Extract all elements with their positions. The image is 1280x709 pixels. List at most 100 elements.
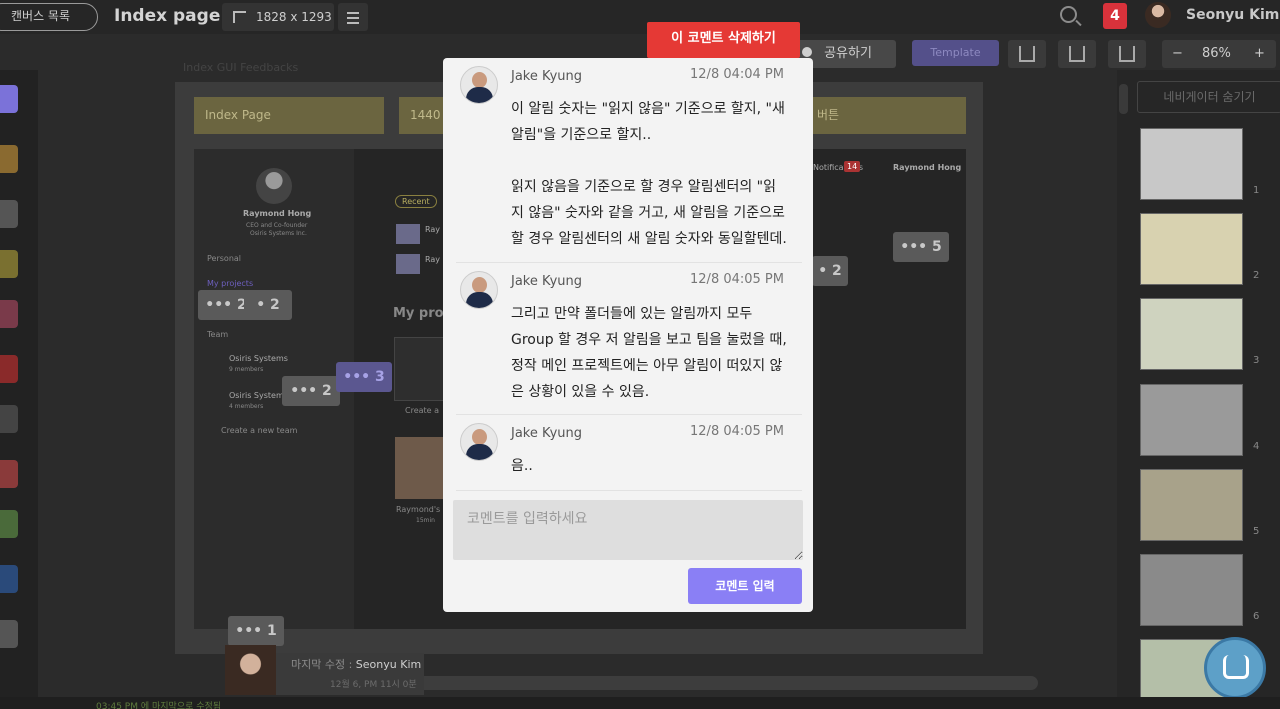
mockup-profile-company: Osiris Systems Inc.: [250, 230, 307, 237]
mockup-personal-label: Personal: [207, 254, 242, 263]
play-icon: [1119, 46, 1135, 62]
zoom-out-button[interactable]: −: [1172, 40, 1183, 68]
user-icon: [802, 47, 812, 57]
youtube-icon[interactable]: [0, 460, 18, 488]
comment-text: 음..: [511, 458, 533, 474]
last-editor-avatar: [225, 645, 276, 695]
mockup-team-members: 9 members: [229, 366, 264, 373]
mockup-recent-tag: Recent: [395, 195, 437, 208]
mockup-project-time: 15min: [416, 517, 435, 524]
mockup-profile-role: CEO and Co-founder: [246, 222, 308, 229]
select-tool-icon[interactable]: [0, 85, 18, 113]
template-button[interactable]: Template: [912, 40, 999, 66]
comment-marker[interactable]: ••• 5: [893, 232, 949, 262]
mockup-team-members: 4 members: [229, 403, 264, 410]
mockup-ray: Ray: [425, 255, 441, 264]
comment-input[interactable]: [453, 500, 803, 560]
share-label: 공유하기: [824, 46, 872, 61]
navigator-slide[interactable]: [1140, 554, 1243, 626]
user-avatar[interactable]: [1145, 2, 1171, 28]
download-icon: [1019, 46, 1035, 62]
download-button[interactable]: [1008, 40, 1046, 68]
navigator-slide[interactable]: [1140, 298, 1243, 370]
comment-marker[interactable]: ••• 2: [282, 376, 340, 406]
submit-comment-button[interactable]: 코멘트 입력: [688, 568, 802, 604]
save-status: 03:45 PM 에 마지막으로 수정됨: [96, 702, 222, 709]
sticky-note-icon[interactable]: [0, 250, 18, 278]
mockup-create-card: [394, 337, 444, 401]
slide-number: 4: [1253, 441, 1260, 452]
comment-marker[interactable]: ••• 1: [228, 616, 284, 646]
last-editor-name: Seonyu Kim: [355, 658, 422, 671]
slide-number: 3: [1253, 355, 1260, 366]
comment-item: Jake Kyung 12/8 04:05 PM 음..: [456, 415, 802, 491]
comment-author: Jake Kyung: [511, 274, 582, 289]
canvas-size-button[interactable]: 1828 x 1293: [222, 3, 334, 31]
folder-icon[interactable]: [0, 620, 18, 648]
navigator-slide[interactable]: [1140, 128, 1243, 200]
dropbox-icon[interactable]: [0, 565, 18, 593]
hide-navigator-button[interactable]: 네비게이터 숨기기: [1137, 81, 1280, 113]
canvas-yellow-box[interactable]: Index Page: [194, 97, 384, 134]
comment-marker[interactable]: • 2: [812, 256, 848, 286]
upload-icon[interactable]: [0, 355, 18, 383]
mockup-project-name: Raymond's: [396, 505, 441, 514]
link-icon[interactable]: [0, 405, 18, 433]
zoom-in-button[interactable]: +: [1254, 40, 1265, 68]
slide-number: 2: [1253, 270, 1260, 281]
left-toolbar: [0, 70, 38, 709]
list-icon: [347, 12, 359, 14]
zoom-level[interactable]: 86%: [1202, 40, 1231, 68]
mockup-heading: My pro: [393, 306, 444, 321]
comment-time: 12/8 04:05 PM: [690, 424, 784, 439]
comment-thread-modal: Jake Kyung 12/8 04:04 PM 이 알림 숫자는 "읽지 않음…: [443, 58, 813, 612]
mockup-create: Create a: [405, 406, 440, 415]
navigator-slide[interactable]: [1140, 213, 1243, 285]
comment-time: 12/8 04:05 PM: [690, 272, 784, 287]
mockup-project-thumb: [395, 437, 443, 499]
slide-number: 6: [1253, 611, 1260, 622]
last-edit-date: 12월 6, PM 11시 0분: [330, 680, 417, 690]
mockup-profile-name: Raymond Hong: [243, 209, 312, 218]
mockup-notif-badge: 14: [844, 161, 861, 172]
commenter-avatar: [460, 423, 498, 461]
canvas-yellow-box[interactable]: 버튼: [806, 97, 966, 134]
comment-tool-icon[interactable]: [0, 300, 18, 328]
comment-text: 그리고 만약 폴더들에 있는 알림까지 모두 Group 할 경우 저 알림을 …: [511, 306, 792, 400]
text-tool-icon[interactable]: [0, 200, 18, 228]
google-drive-icon[interactable]: [0, 510, 18, 538]
navigator-slide[interactable]: [1140, 384, 1243, 456]
zoom-control: − 86% +: [1162, 40, 1276, 68]
list-menu-button[interactable]: [338, 3, 368, 31]
mockup-team-name: Osiris Systems: [229, 354, 288, 363]
mockup-top-right-name: Raymond Hong: [893, 163, 962, 172]
page-title[interactable]: Index page: [114, 6, 220, 26]
notification-badge[interactable]: 4: [1103, 3, 1127, 29]
print-icon: [1069, 46, 1085, 62]
user-name[interactable]: Seonyu Kim: [1186, 7, 1279, 23]
mockup-create-team: Create a new team: [221, 426, 298, 435]
comment-marker[interactable]: • 2: [244, 290, 292, 320]
print-button[interactable]: [1058, 40, 1096, 68]
list-icon-line: [347, 17, 359, 19]
navigator-scrollbar[interactable]: [1119, 84, 1128, 114]
commenter-avatar: [460, 66, 498, 104]
comment-marker[interactable]: ••• 3: [336, 362, 392, 392]
mockup-my-projects: My projects: [207, 279, 254, 288]
comment-author: Jake Kyung: [511, 69, 582, 84]
chat-support-button[interactable]: [1204, 637, 1266, 699]
list-icon-line: [347, 22, 359, 24]
chat-icon: [1223, 655, 1249, 679]
delete-comment-button[interactable]: 이 코멘트 삭제하기: [647, 22, 800, 58]
canvas-size-label: 1828 x 1293: [256, 10, 332, 24]
last-edit-text: 마지막 수정 : Seonyu Kim: [291, 658, 422, 671]
mockup-thumb: [396, 224, 420, 244]
canvas-list-button[interactable]: 캔버스 목록: [0, 3, 98, 31]
present-button[interactable]: [1108, 40, 1146, 68]
search-icon[interactable]: [1060, 6, 1077, 23]
comment-item: Jake Kyung 12/8 04:05 PM 그리고 만약 폴더들에 있는 …: [456, 263, 802, 415]
pencil-tool-icon[interactable]: [0, 145, 18, 173]
mockup-avatar: [256, 168, 292, 204]
navigator-slide[interactable]: [1140, 469, 1243, 541]
slide-number: 1: [1253, 185, 1260, 196]
